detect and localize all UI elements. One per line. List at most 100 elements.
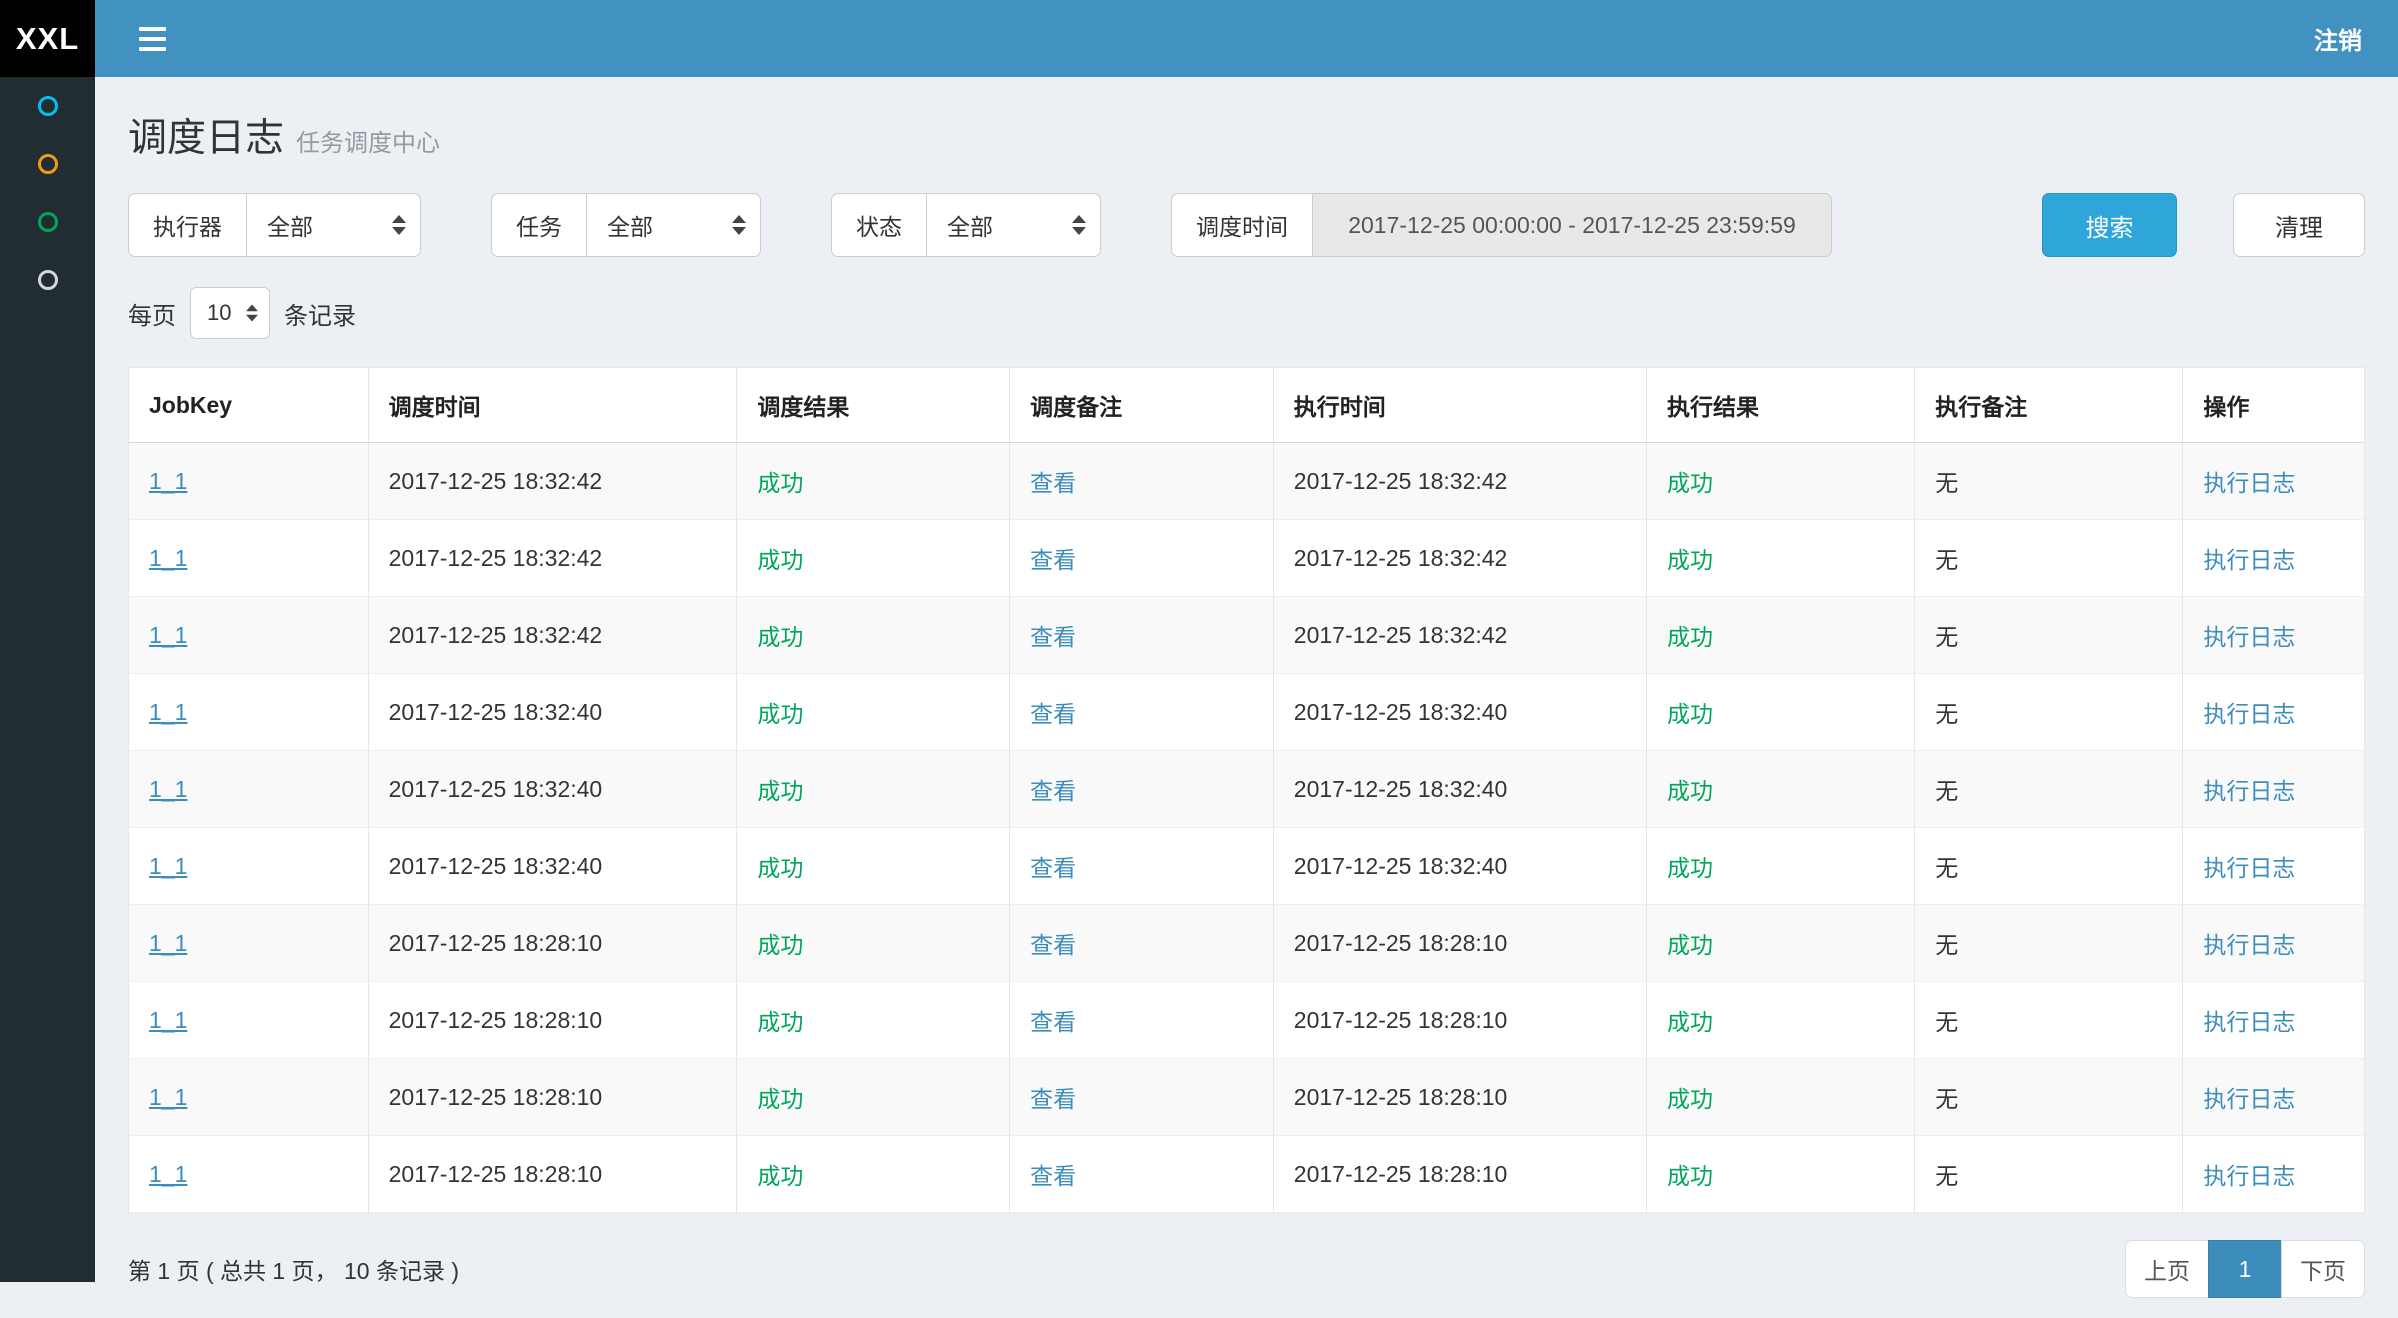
- sidebar-item-2[interactable]: [0, 135, 95, 193]
- trigger-msg-cell: 查看: [1010, 597, 1274, 674]
- time-range-input[interactable]: 2017-12-25 00:00:00 - 2017-12-25 23:59:5…: [1312, 193, 1832, 257]
- page-1-button[interactable]: 1: [2208, 1240, 2282, 1298]
- pagination: 上页 1 下页: [2125, 1240, 2365, 1298]
- table-header-row: JobKey 调度时间 调度结果 调度备注 执行时间 执行结果 执行备注 操作: [129, 368, 2364, 443]
- exec-log-link[interactable]: 执行日志: [2203, 1086, 2295, 1112]
- action-cell: 执行日志: [2183, 828, 2364, 905]
- filter-executor-label: 执行器: [128, 193, 246, 257]
- status-select[interactable]: 全部: [926, 193, 1101, 257]
- filter-trigger-time: 调度时间 2017-12-25 00:00:00 - 2017-12-25 23…: [1171, 193, 1832, 257]
- executor-select[interactable]: 全部: [246, 193, 421, 257]
- page-size-select[interactable]: 10: [190, 287, 270, 339]
- view-link[interactable]: 查看: [1030, 1086, 1076, 1112]
- jobkey-cell: 1_1: [129, 443, 368, 520]
- handle-result-cell: 成功: [1647, 443, 1915, 520]
- handle-msg-cell: 无: [1915, 828, 2183, 905]
- view-link[interactable]: 查看: [1030, 855, 1076, 881]
- exec-log-link[interactable]: 执行日志: [2203, 1009, 2295, 1035]
- jobkey-link[interactable]: 1_1: [149, 930, 187, 956]
- filter-status: 状态 全部: [831, 193, 1101, 257]
- jobkey-link[interactable]: 1_1: [149, 545, 187, 571]
- view-link[interactable]: 查看: [1030, 932, 1076, 958]
- circle-outline-icon: [38, 212, 58, 232]
- page-size-suffix: 条记录: [284, 296, 356, 331]
- search-button[interactable]: 搜索: [2042, 193, 2177, 257]
- exec-log-link[interactable]: 执行日志: [2203, 1163, 2295, 1189]
- clear-button[interactable]: 清理: [2233, 193, 2365, 257]
- exec-log-link[interactable]: 执行日志: [2203, 624, 2295, 650]
- handle-time-cell: 2017-12-25 18:28:10: [1273, 982, 1646, 1059]
- trigger-msg-cell: 查看: [1010, 1136, 1274, 1213]
- trigger-msg-cell: 查看: [1010, 751, 1274, 828]
- view-link[interactable]: 查看: [1030, 778, 1076, 804]
- handle-time-cell: 2017-12-25 18:32:42: [1273, 520, 1646, 597]
- jobkey-link[interactable]: 1_1: [149, 622, 187, 648]
- handle-result-cell: 成功: [1647, 1059, 1915, 1136]
- job-select-value: 全部: [607, 208, 653, 242]
- handle-result-cell: 成功: [1647, 905, 1915, 982]
- exec-log-link[interactable]: 执行日志: [2203, 932, 2295, 958]
- handle-time-cell: 2017-12-25 18:28:10: [1273, 1059, 1646, 1136]
- view-link[interactable]: 查看: [1030, 547, 1076, 573]
- filter-time-label: 调度时间: [1171, 193, 1312, 257]
- jobkey-link[interactable]: 1_1: [149, 468, 187, 494]
- col-header-action: 操作: [2183, 368, 2364, 443]
- select-arrows-icon: [246, 305, 258, 322]
- jobkey-link[interactable]: 1_1: [149, 776, 187, 802]
- trigger-result-cell: 成功: [737, 828, 1010, 905]
- jobkey-cell: 1_1: [129, 905, 368, 982]
- action-cell: 执行日志: [2183, 1059, 2364, 1136]
- circle-outline-icon: [38, 96, 58, 116]
- trigger-time-cell: 2017-12-25 18:32:42: [368, 597, 737, 674]
- handle-result-cell: 成功: [1647, 597, 1915, 674]
- logout-link[interactable]: 注销: [2314, 21, 2362, 56]
- view-link[interactable]: 查看: [1030, 1009, 1076, 1035]
- sidebar-item-3[interactable]: [0, 193, 95, 251]
- navbar-main: 注销: [95, 0, 2398, 77]
- sidebar-item-1[interactable]: [0, 77, 95, 135]
- jobkey-link[interactable]: 1_1: [149, 853, 187, 879]
- exec-log-link[interactable]: 执行日志: [2203, 701, 2295, 727]
- view-link[interactable]: 查看: [1030, 624, 1076, 650]
- view-link[interactable]: 查看: [1030, 470, 1076, 496]
- table-row: 1_1 2017-12-25 18:28:10 成功 查看 2017-12-25…: [129, 1136, 2364, 1213]
- content-area: 调度日志 任务调度中心 执行器 全部 任务 全部 状态 全部 调度时间: [95, 77, 2398, 1282]
- app-logo[interactable]: XXL: [0, 0, 95, 77]
- prev-page-button[interactable]: 上页: [2125, 1240, 2209, 1298]
- page-size-value: 10: [207, 300, 231, 326]
- job-select[interactable]: 全部: [586, 193, 761, 257]
- trigger-msg-cell: 查看: [1010, 1059, 1274, 1136]
- trigger-result-cell: 成功: [737, 905, 1010, 982]
- jobkey-link[interactable]: 1_1: [149, 1084, 187, 1110]
- menu-icon[interactable]: [135, 19, 170, 59]
- table-footer: 第 1 页 ( 总共 1 页， 10 条记录 ) 上页 1 下页: [128, 1240, 2365, 1318]
- log-table-box: JobKey 调度时间 调度结果 调度备注 执行时间 执行结果 执行备注 操作 …: [128, 367, 2365, 1214]
- handle-time-cell: 2017-12-25 18:28:10: [1273, 1136, 1646, 1213]
- page-size-row: 每页 10 条记录: [128, 287, 2365, 339]
- col-header-handle-time: 执行时间: [1273, 368, 1646, 443]
- jobkey-cell: 1_1: [129, 982, 368, 1059]
- handle-msg-cell: 无: [1915, 751, 2183, 828]
- jobkey-link[interactable]: 1_1: [149, 1161, 187, 1187]
- jobkey-cell: 1_1: [129, 1136, 368, 1213]
- handle-msg-cell: 无: [1915, 982, 2183, 1059]
- filter-executor: 执行器 全部: [128, 193, 421, 257]
- view-link[interactable]: 查看: [1030, 701, 1076, 727]
- trigger-time-cell: 2017-12-25 18:32:40: [368, 751, 737, 828]
- view-link[interactable]: 查看: [1030, 1163, 1076, 1189]
- sidebar-item-4[interactable]: [0, 251, 95, 309]
- jobkey-cell: 1_1: [129, 1059, 368, 1136]
- jobkey-link[interactable]: 1_1: [149, 1007, 187, 1033]
- exec-log-link[interactable]: 执行日志: [2203, 778, 2295, 804]
- next-page-button[interactable]: 下页: [2281, 1240, 2365, 1298]
- filter-bar: 执行器 全部 任务 全部 状态 全部 调度时间 2017-12-25 00:00…: [128, 193, 2365, 257]
- exec-log-link[interactable]: 执行日志: [2203, 547, 2295, 573]
- trigger-time-cell: 2017-12-25 18:32:42: [368, 443, 737, 520]
- trigger-time-cell: 2017-12-25 18:32:40: [368, 674, 737, 751]
- trigger-result-cell: 成功: [737, 1136, 1010, 1213]
- exec-log-link[interactable]: 执行日志: [2203, 855, 2295, 881]
- handle-msg-cell: 无: [1915, 1059, 2183, 1136]
- col-header-trigger-result: 调度结果: [737, 368, 1010, 443]
- exec-log-link[interactable]: 执行日志: [2203, 470, 2295, 496]
- jobkey-link[interactable]: 1_1: [149, 699, 187, 725]
